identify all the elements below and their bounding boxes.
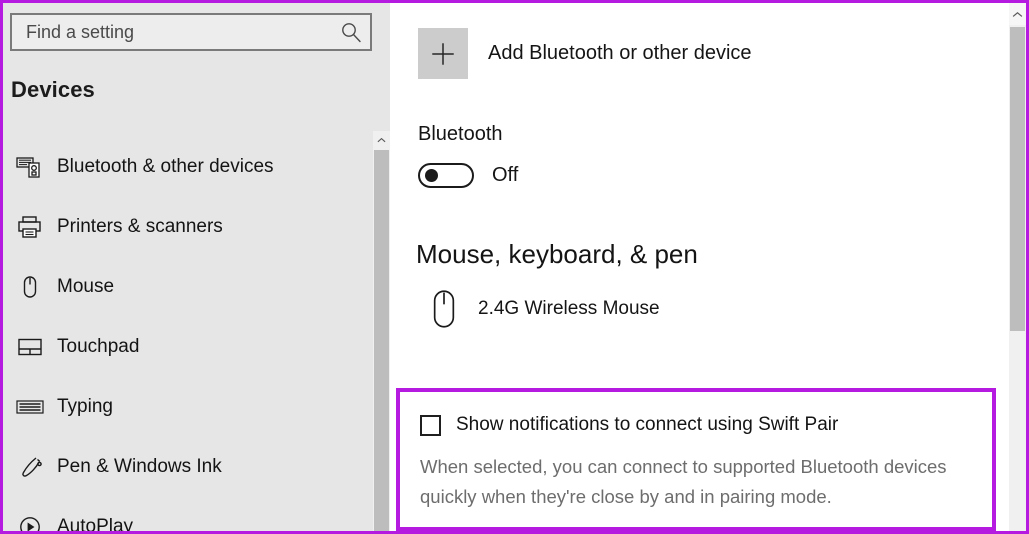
touchpad-icon bbox=[15, 334, 45, 360]
content-scrollbar[interactable] bbox=[1009, 3, 1026, 534]
bluetooth-toggle-row: Off bbox=[418, 163, 518, 188]
sidebar: Devices Bluetooth & other devices bbox=[3, 3, 390, 534]
sidebar-item-autoplay[interactable]: AutoPlay bbox=[3, 497, 365, 534]
add-device-label: Add Bluetooth or other device bbox=[488, 42, 752, 64]
device-list-item[interactable]: 2.4G Wireless Mouse bbox=[418, 288, 660, 330]
mouse-keyboard-pen-heading: Mouse, keyboard, & pen bbox=[416, 239, 698, 269]
mouse-icon bbox=[15, 274, 45, 300]
sidebar-item-touchpad[interactable]: Touchpad bbox=[3, 317, 365, 377]
scrollbar-thumb[interactable] bbox=[1010, 27, 1025, 331]
mouse-icon bbox=[418, 288, 470, 330]
bluetooth-section-heading: Bluetooth bbox=[418, 123, 503, 145]
sidebar-item-label: AutoPlay bbox=[57, 516, 134, 534]
sidebar-item-bluetooth-other-devices[interactable]: Bluetooth & other devices bbox=[3, 137, 365, 197]
keyboard-icon bbox=[15, 394, 45, 420]
settings-window: Devices Bluetooth & other devices bbox=[0, 0, 1029, 534]
pen-icon bbox=[15, 454, 45, 480]
bluetooth-toggle[interactable] bbox=[418, 163, 474, 188]
sidebar-item-label: Pen & Windows Ink bbox=[57, 456, 222, 477]
page-title: Devices bbox=[11, 77, 95, 102]
printer-icon bbox=[15, 214, 45, 240]
sidebar-item-label: Mouse bbox=[57, 276, 115, 297]
sidebar-item-label: Touchpad bbox=[57, 336, 140, 357]
search-box[interactable] bbox=[10, 13, 372, 51]
scroll-up-button[interactable] bbox=[373, 131, 390, 148]
bluetooth-toggle-state: Off bbox=[492, 164, 519, 186]
search-input[interactable] bbox=[26, 21, 340, 43]
sidebar-scrollbar[interactable] bbox=[373, 131, 390, 534]
sidebar-item-label: Printers & scanners bbox=[57, 216, 223, 237]
autoplay-icon bbox=[15, 514, 45, 534]
scrollbar-thumb[interactable] bbox=[374, 150, 389, 534]
toggle-knob bbox=[425, 169, 438, 182]
swift-pair-checkbox-row[interactable]: Show notifications to connect using Swif… bbox=[420, 414, 838, 436]
swift-pair-checkbox-label: Show notifications to connect using Swif… bbox=[456, 414, 839, 435]
device-name: 2.4G Wireless Mouse bbox=[478, 298, 660, 319]
add-bluetooth-device-button[interactable]: Add Bluetooth or other device bbox=[418, 28, 752, 79]
swift-pair-highlight: Show notifications to connect using Swif… bbox=[396, 388, 996, 531]
bluetooth-devices-icon bbox=[15, 154, 45, 180]
plus-icon bbox=[418, 28, 468, 79]
sidebar-nav: Bluetooth & other devices Printers & sca… bbox=[3, 137, 365, 534]
scroll-up-button[interactable] bbox=[1009, 3, 1026, 25]
sidebar-item-label: Bluetooth & other devices bbox=[57, 156, 274, 177]
sidebar-item-printers-scanners[interactable]: Printers & scanners bbox=[3, 197, 365, 257]
sidebar-item-typing[interactable]: Typing bbox=[3, 377, 365, 437]
content-pane: Add Bluetooth or other device Bluetooth … bbox=[390, 3, 1026, 534]
swift-pair-description: When selected, you can connect to suppor… bbox=[420, 456, 947, 507]
sidebar-item-mouse[interactable]: Mouse bbox=[3, 257, 365, 317]
sidebar-item-label: Typing bbox=[57, 396, 113, 417]
swift-pair-checkbox[interactable] bbox=[420, 414, 441, 436]
search-icon[interactable] bbox=[340, 21, 362, 43]
sidebar-item-pen-windows-ink[interactable]: Pen & Windows Ink bbox=[3, 437, 365, 497]
